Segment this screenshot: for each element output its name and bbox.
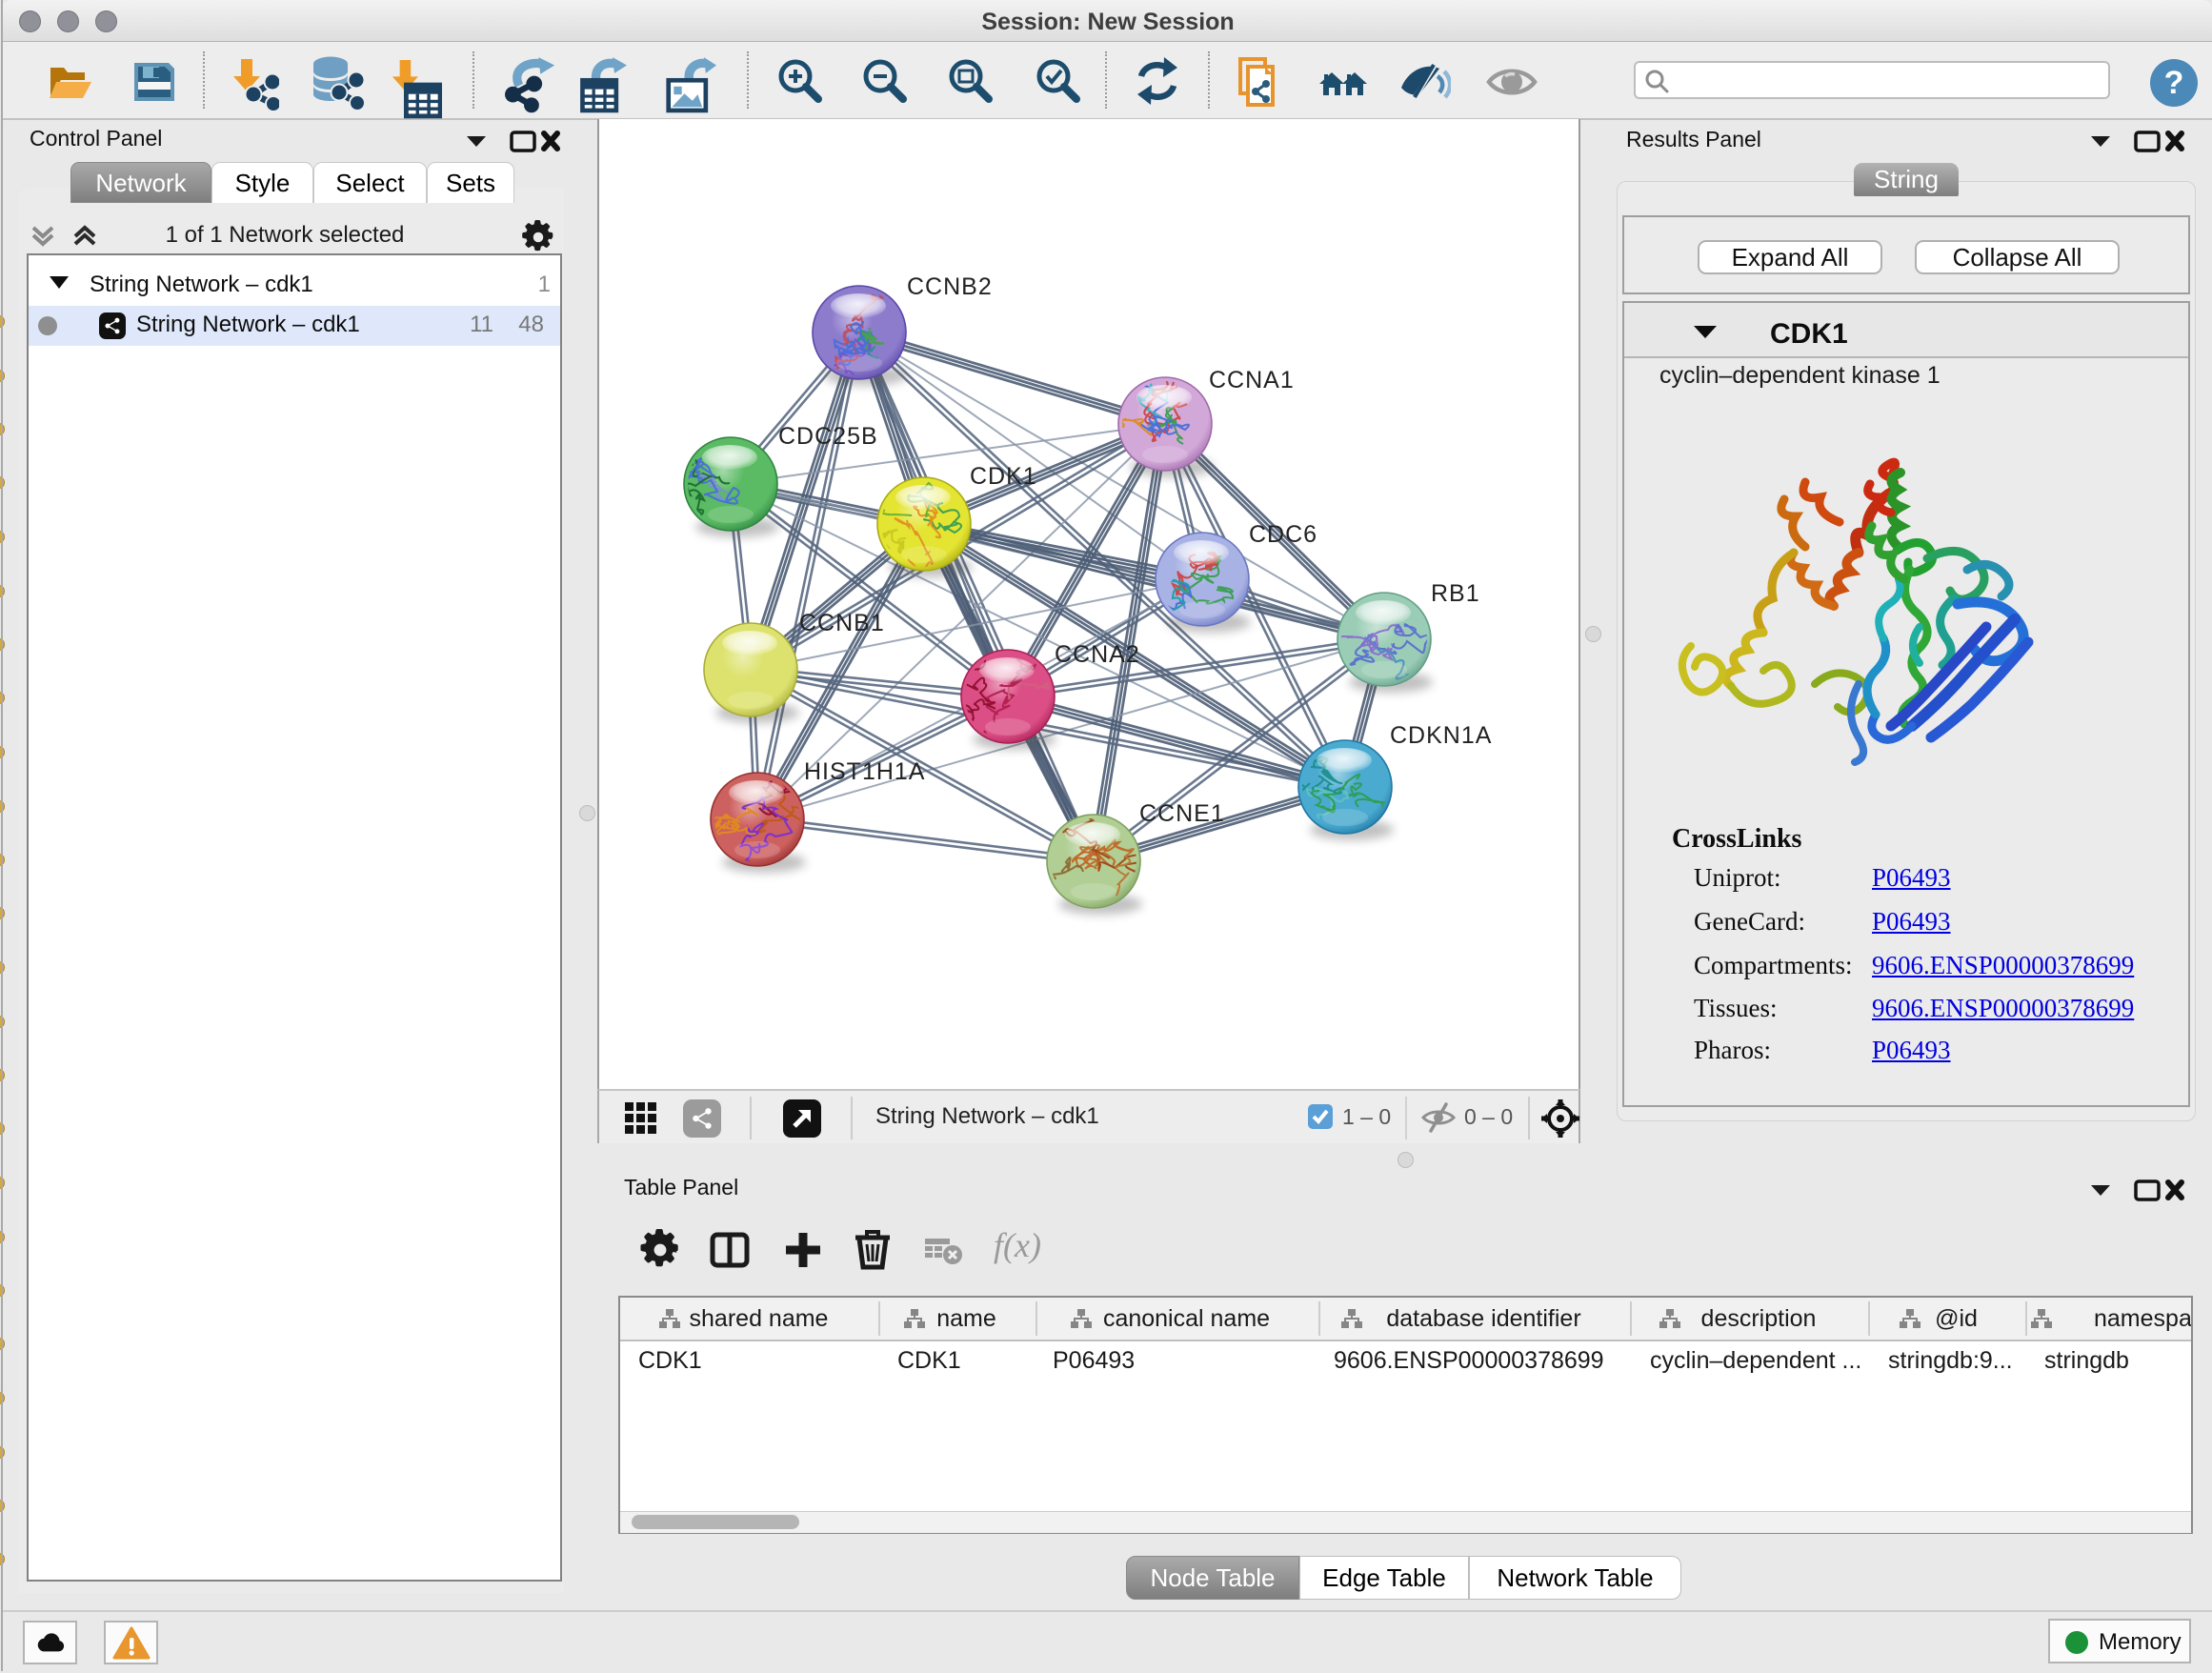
svg-text:HIST1H1A: HIST1H1A [804,758,925,785]
svg-text:RB1: RB1 [1431,580,1480,607]
svg-text:?: ? [2164,65,2184,101]
svg-text:CCNB2: CCNB2 [907,273,993,300]
svg-text:CDC6: CDC6 [1249,521,1317,548]
svg-text:CDC25B: CDC25B [778,423,878,450]
svg-text:CDKN1A: CDKN1A [1390,722,1492,749]
svg-text:CDK1: CDK1 [970,463,1037,490]
svg-text:CCNE1: CCNE1 [1139,800,1225,827]
svg-text:CCNA2: CCNA2 [1055,641,1140,668]
svg-text:CCNB1: CCNB1 [799,610,885,636]
svg-text:CCNA1: CCNA1 [1209,367,1295,393]
